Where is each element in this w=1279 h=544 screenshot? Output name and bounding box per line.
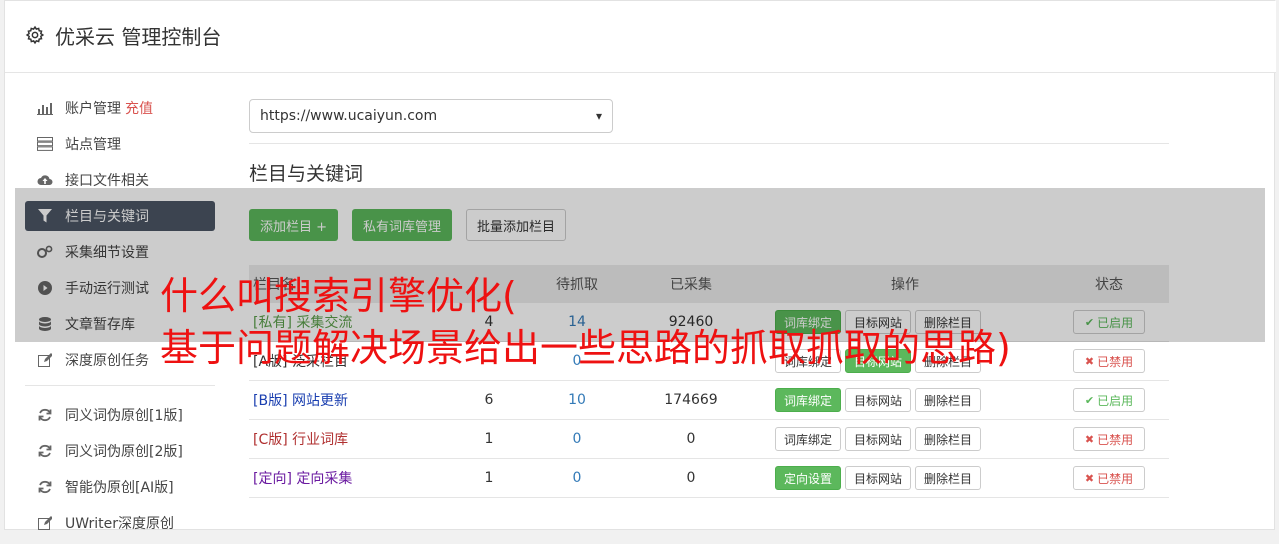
cloud-upload-icon	[37, 172, 53, 188]
row-collected-count: 174669	[664, 392, 718, 408]
row-actions: 词库绑定 目标网站 删除栏目	[761, 427, 1049, 451]
sidebar-item-uwriter[interactable]: UWriter深度原创	[25, 508, 215, 538]
row-status-cell: ✖ 已禁用	[1049, 466, 1169, 490]
sidebar-item-label: 接口文件相关	[65, 173, 149, 189]
row-name[interactable]: [B版] 网站更新	[249, 390, 445, 410]
row-title: 行业词库	[292, 432, 349, 448]
row-keyword-count: 6	[484, 392, 494, 408]
sidebar-item-label: 同义词伪原创[1版]	[65, 408, 183, 424]
site-select[interactable]: https://www.ucaiyun.com ▾	[249, 99, 613, 133]
row-name[interactable]: [定向] 定向采集	[249, 468, 445, 488]
close-icon: ✖	[1084, 432, 1095, 446]
refresh-icon	[37, 407, 53, 423]
target-site-button[interactable]: 目标网站	[845, 427, 912, 451]
sidebar-item-label: 深度原创任务	[65, 353, 149, 369]
sidebar-item-sites[interactable]: 站点管理	[25, 129, 215, 159]
server-icon	[37, 136, 53, 152]
row-pending-count[interactable]: 0	[533, 431, 621, 447]
table-row: [B版] 网站更新 6 10 174669 词库绑定 目标网站 删除栏目 ✔ 已启…	[249, 381, 1169, 420]
chevron-down-icon: ▾	[595, 109, 602, 123]
row-keyword-count: 1	[484, 470, 494, 486]
sidebar-item-synonym-v2[interactable]: 同义词伪原创[2版]	[25, 436, 215, 466]
status-label: 已禁用	[1097, 432, 1134, 447]
row-collected-count: 0	[686, 470, 696, 486]
refresh-icon	[37, 479, 53, 495]
row-actions: 词库绑定 目标网站 删除栏目	[761, 388, 1049, 412]
overlay-headline: 什么叫搜索引擎优化( 基于问题解决场景给出一些思路的抓取抓取的思路)	[160, 270, 1260, 374]
delete-column-button[interactable]: 删除栏目	[915, 466, 982, 490]
row-pending-count[interactable]: 10	[533, 392, 621, 408]
edit-icon	[37, 352, 53, 368]
recharge-link[interactable]: 充值	[125, 98, 153, 118]
row-tag: [C版]	[253, 432, 288, 448]
status-label: 已启用	[1097, 393, 1134, 408]
bind-library-button[interactable]: 词库绑定	[775, 427, 842, 451]
row-title: 网站更新	[291, 393, 348, 409]
delete-column-button[interactable]: 删除栏目	[915, 388, 982, 412]
bar-chart-icon	[37, 100, 53, 116]
sidebar-item-label: 同义词伪原创[2版]	[65, 444, 183, 460]
sidebar-item-label: 账户管理	[65, 101, 121, 117]
gear-icon	[25, 25, 45, 45]
sidebar-item-label: 智能伪原创[AI版]	[65, 480, 174, 496]
table-row: [定向] 定向采集 1 0 0 定向设置 目标网站 删除栏目 ✖ 已禁用	[249, 459, 1169, 498]
row-title: 定向采集	[296, 471, 353, 487]
delete-column-button[interactable]: 删除栏目	[915, 427, 982, 451]
check-icon: ✔	[1084, 393, 1095, 407]
row-tag: [定向]	[253, 471, 292, 487]
status-toggle[interactable]: ✔ 已启用	[1073, 388, 1145, 412]
directional-settings-button[interactable]: 定向设置	[775, 466, 842, 490]
site-select-value: https://www.ucaiyun.com	[260, 108, 438, 124]
edit-icon	[37, 515, 53, 531]
sidebar-item-account[interactable]: 账户管理 充值	[25, 93, 215, 123]
row-tag: [B版]	[253, 393, 288, 409]
table-row: [C版] 行业词库 1 0 0 词库绑定 目标网站 删除栏目 ✖ 已禁用	[249, 420, 1169, 459]
sidebar-item-label: 站点管理	[65, 137, 121, 153]
sidebar-item-synonym-v1[interactable]: 同义词伪原创[1版]	[25, 400, 215, 430]
row-name[interactable]: [C版] 行业词库	[249, 429, 445, 449]
sidebar-item-label: UWriter深度原创	[65, 516, 174, 532]
row-keyword-count: 1	[484, 431, 494, 447]
page-title: 优采云 管理控制台	[55, 25, 222, 49]
top-bar: 优采云 管理控制台	[5, 1, 1276, 73]
overlay-line-2: 基于问题解决场景给出一些思路的抓取抓取的思路)	[160, 326, 1011, 370]
sidebar-divider	[25, 385, 215, 386]
refresh-icon	[37, 443, 53, 459]
status-toggle[interactable]: ✖ 已禁用	[1073, 427, 1145, 451]
divider	[249, 143, 1169, 144]
row-actions: 定向设置 目标网站 删除栏目	[761, 466, 1049, 490]
status-label: 已禁用	[1097, 471, 1134, 486]
close-icon: ✖	[1084, 471, 1095, 485]
status-toggle[interactable]: ✖ 已禁用	[1073, 466, 1145, 490]
row-status-cell: ✔ 已启用	[1049, 388, 1169, 412]
overlay-line-1: 什么叫搜索引擎优化(	[160, 274, 517, 318]
section-title: 栏目与关键词	[249, 163, 364, 185]
row-pending-count[interactable]: 0	[533, 470, 621, 486]
bind-library-button[interactable]: 词库绑定	[775, 388, 842, 412]
target-site-button[interactable]: 目标网站	[845, 388, 912, 412]
row-status-cell: ✖ 已禁用	[1049, 427, 1169, 451]
target-site-button[interactable]: 目标网站	[845, 466, 912, 490]
row-collected-count: 0	[686, 431, 696, 447]
sidebar-item-ai-original[interactable]: 智能伪原创[AI版]	[25, 472, 215, 502]
